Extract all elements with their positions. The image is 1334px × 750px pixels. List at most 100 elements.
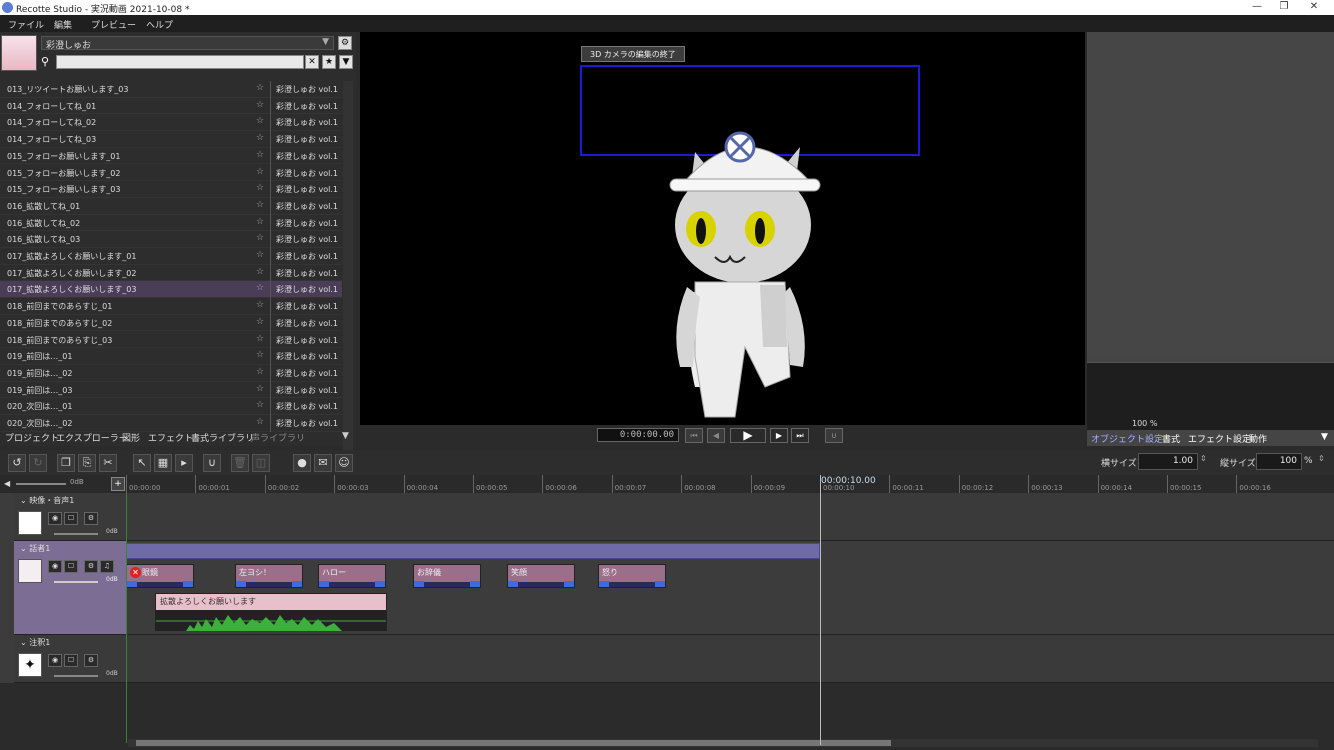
clip-handle-right[interactable] xyxy=(564,581,574,587)
list-item[interactable]: 016_拡散してね_01 ☆ 彩澄しゅお vol.1 xyxy=(0,197,342,215)
track-speaker[interactable]: ⌄ 話者1 ◉ ☐ ⚙ ♫ 0dB xyxy=(14,541,126,635)
add-track-icon[interactable]: + xyxy=(111,477,125,491)
restore-button[interactable]: ❐ xyxy=(1272,1,1296,12)
menu-file[interactable]: ファイル xyxy=(8,18,44,31)
speaker-lock-icon[interactable]: ☐ xyxy=(64,560,78,573)
clip-handle-right[interactable] xyxy=(375,581,385,587)
vsize-input[interactable]: 100 xyxy=(1256,453,1302,470)
speaker-range-bar[interactable] xyxy=(126,543,820,559)
star-icon[interactable]: ☆ xyxy=(256,250,264,260)
master-volume-slider[interactable] xyxy=(16,483,66,485)
list-item[interactable]: 018_前回までのあらすじ_02 ☆ 彩澄しゅお vol.1 xyxy=(0,314,342,332)
menu-help[interactable]: ヘルプ xyxy=(146,18,173,31)
tab-object-settings[interactable]: オブジェクト設定 xyxy=(1091,432,1163,445)
mini-timeline[interactable]: 100 % xyxy=(1087,362,1334,430)
select-tool-icon[interactable]: ↖ xyxy=(133,454,151,472)
lane-speaker[interactable]: ✕ 眼鏡 左ヨシ！ ハロー お辞儀 笑顔 怒り 拡散よろしくお願いします xyxy=(126,541,1334,635)
clip-handle-right[interactable] xyxy=(183,581,193,587)
star-icon[interactable]: ☆ xyxy=(256,350,264,360)
list-item[interactable]: 018_前回までのあらすじ_01 ☆ 彩澄しゅお vol.1 xyxy=(0,298,342,316)
note-settings-icon[interactable]: ⚙ xyxy=(84,654,98,667)
star-icon[interactable]: ☆ xyxy=(256,400,264,410)
speaker-visibility-icon[interactable]: ◉ xyxy=(48,560,62,573)
list-item[interactable]: 016_拡散してね_03 ☆ 彩澄しゅお vol.1 xyxy=(0,231,342,249)
search-input[interactable] xyxy=(56,55,304,69)
note-volume-slider[interactable] xyxy=(54,675,98,677)
preview-canvas[interactable]: 3D カメラの編集の終了 xyxy=(360,32,1085,425)
undo-icon[interactable]: ↺ xyxy=(8,454,26,472)
star-icon[interactable]: ☆ xyxy=(256,367,264,377)
step-back-icon[interactable]: ◀ xyxy=(707,428,725,443)
track-note[interactable]: ⌄ 注釈1 ✦ ◉ ☐ ⚙ 0dB xyxy=(14,635,126,683)
clip-handle-left[interactable] xyxy=(414,581,424,587)
star-icon[interactable]: ☆ xyxy=(256,267,264,277)
tab-style-library[interactable]: 書式ライブラリ xyxy=(191,431,254,444)
character-select[interactable]: 彩澄しゅお ▼ xyxy=(41,36,334,51)
menu-preview[interactable]: プレビュー xyxy=(91,18,136,31)
volume-down-icon[interactable]: ◀ xyxy=(4,479,10,488)
visibility-icon[interactable]: ◉ xyxy=(48,512,62,525)
expression-clip[interactable]: 左ヨシ！ xyxy=(235,564,303,588)
list-item[interactable]: 019_前回は…_02 ☆ 彩澄しゅお vol.1 xyxy=(0,364,342,382)
track-settings-icon[interactable]: ⚙ xyxy=(84,512,98,525)
gear-icon[interactable]: ⚙ xyxy=(338,36,352,50)
voice-clip[interactable]: 拡散よろしくお願いします xyxy=(155,593,387,631)
copy-icon[interactable]: ❐ xyxy=(57,454,75,472)
tab-voice-library[interactable]: 声ライブラリ xyxy=(251,431,305,444)
list-item[interactable]: 017_拡散よろしくお願いします_03 ☆ 彩澄しゅお vol.1 xyxy=(0,281,342,299)
split-icon[interactable]: ◫ xyxy=(252,454,270,472)
star-icon[interactable]: ☆ xyxy=(256,133,264,143)
expression-clip[interactable]: 怒り xyxy=(598,564,666,588)
step-forward-icon[interactable]: ▶ xyxy=(770,428,788,443)
track-volume-slider[interactable] xyxy=(54,533,98,535)
expression-clip[interactable]: 笑顔 xyxy=(507,564,575,588)
clip-handle-right[interactable] xyxy=(470,581,480,587)
add-expression-icon[interactable]: ☺ xyxy=(335,454,353,472)
menu-edit[interactable]: 編集 xyxy=(54,18,72,31)
list-item[interactable]: 014_フォローしてね_01 ☆ 彩澄しゅお vol.1 xyxy=(0,97,342,115)
cut-icon[interactable]: ✂ xyxy=(99,454,117,472)
speaker-volume-slider[interactable] xyxy=(54,581,98,583)
horizontal-scroll-thumb[interactable] xyxy=(136,740,891,746)
right-tabs-chevron-icon[interactable]: ▼ xyxy=(1321,432,1328,442)
play-icon[interactable]: ▶ xyxy=(730,428,766,443)
star-icon[interactable]: ☆ xyxy=(256,83,264,93)
clip-handle-left[interactable] xyxy=(236,581,246,587)
clip-handle-left[interactable] xyxy=(599,581,609,587)
speaker-audio-icon[interactable]: ♫ xyxy=(100,560,114,573)
time-ruler[interactable]: ◀ 0dB + 00:00:00 00:00:01 00:00:02 00:00:03… xyxy=(0,475,1334,493)
tab-effects[interactable]: エフェクト xyxy=(148,431,193,444)
star-icon[interactable]: ☆ xyxy=(256,317,264,327)
star-icon[interactable]: ☆ xyxy=(256,417,264,427)
star-icon[interactable]: ☆ xyxy=(256,150,264,160)
go-start-icon[interactable]: ⏮ xyxy=(685,428,703,443)
star-filter-icon[interactable]: ★ xyxy=(322,55,336,69)
filter-icon[interactable]: ▼ xyxy=(339,55,353,69)
star-icon[interactable]: ☆ xyxy=(256,283,264,293)
list-item[interactable]: 020_次回は…_01 ☆ 彩澄しゅお vol.1 xyxy=(0,398,342,416)
clip-handle-left[interactable] xyxy=(319,581,329,587)
star-icon[interactable]: ☆ xyxy=(256,217,264,227)
tab-explorer[interactable]: エクスプローラー xyxy=(56,431,128,444)
note-lock-icon[interactable]: ☐ xyxy=(64,654,78,667)
lane-note[interactable] xyxy=(126,635,1334,683)
star-icon[interactable]: ☆ xyxy=(256,167,264,177)
list-item[interactable]: 015_フォローお願いします_01 ☆ 彩澄しゅお vol.1 xyxy=(0,147,342,165)
star-icon[interactable]: ☆ xyxy=(256,200,264,210)
snap-magnet-icon[interactable]: ∪ xyxy=(825,428,843,443)
tab-effect-settings[interactable]: エフェクト設定 xyxy=(1188,432,1251,445)
tab-shapes[interactable]: 図形 xyxy=(122,431,140,444)
lane-video[interactable] xyxy=(126,493,1334,541)
hsize-spinner-icon[interactable]: ⇕ xyxy=(1200,454,1207,463)
list-item[interactable]: 013_リツイートお願いします_03 ☆ 彩澄しゅお vol.1 xyxy=(0,81,342,98)
list-item[interactable]: 016_拡散してね_02 ☆ 彩澄しゅお vol.1 xyxy=(0,214,342,232)
tab-project[interactable]: プロジェクト xyxy=(5,431,59,444)
list-item[interactable]: 019_前回は…_01 ☆ 彩澄しゅお vol.1 xyxy=(0,348,342,366)
clear-search-icon[interactable]: ✕ xyxy=(305,55,319,69)
list-item[interactable]: 014_フォローしてね_02 ☆ 彩澄しゅお vol.1 xyxy=(0,114,342,132)
tab-style[interactable]: 書式 xyxy=(1162,432,1180,445)
end-camera-edit-button[interactable]: 3D カメラの編集の終了 xyxy=(581,46,685,62)
expression-clip[interactable]: お辞儀 xyxy=(413,564,481,588)
tab-motion[interactable]: 動作 xyxy=(1249,432,1267,445)
paste-icon[interactable]: ⎘ xyxy=(78,454,96,472)
